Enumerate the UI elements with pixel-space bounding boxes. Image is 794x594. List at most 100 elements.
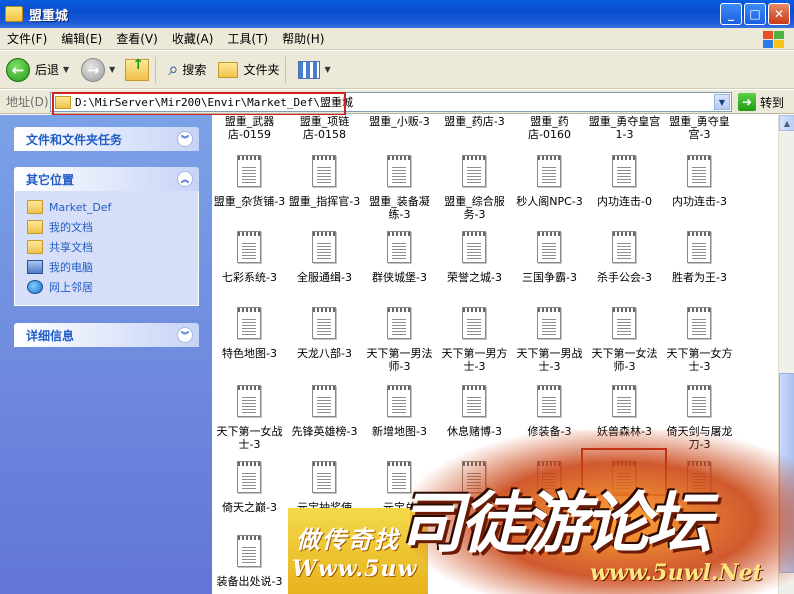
file-name: 盟重_武器店-0159 xyxy=(224,115,275,141)
menu-file[interactable]: 文件(F) xyxy=(0,30,54,47)
menu-edit[interactable]: 编辑(E) xyxy=(54,30,109,47)
file-item[interactable]: 天下第一男方士-3 xyxy=(437,307,512,373)
minimize-button[interactable]: _ xyxy=(720,3,742,25)
folder-icon xyxy=(27,220,43,234)
menu-tools[interactable]: 工具(T) xyxy=(220,30,275,47)
sidebar-item-network[interactable]: 网上邻居 xyxy=(27,277,198,297)
file-item[interactable]: 盟重_装备凝练-3 xyxy=(362,155,437,221)
file-item[interactable]: 秒人阁NPC-3 xyxy=(512,155,587,208)
file-item[interactable]: 天下第一女战士-3 xyxy=(212,385,287,451)
watermark-slogan: 做传奇找 xyxy=(296,525,400,554)
text-file-icon xyxy=(312,307,336,339)
file-item[interactable]: 天下第一男战士-3 xyxy=(512,307,587,373)
file-item[interactable]: 特色地图-3 xyxy=(212,307,287,360)
scroll-up-button[interactable]: ▲ xyxy=(779,115,794,131)
sidebar-item-label: Market_Def xyxy=(49,200,112,214)
highlight-box xyxy=(52,92,346,116)
file-item[interactable]: 盟重_勇夺皇宫1-3 xyxy=(587,115,662,141)
text-file-icon xyxy=(237,307,261,339)
menu-help[interactable]: 帮助(H) xyxy=(275,30,331,47)
file-item[interactable]: 杀手公会-3 xyxy=(587,231,662,284)
file-item[interactable]: 倚天之巅-3 xyxy=(212,461,287,514)
sidebar-item-label: 我的电脑 xyxy=(49,261,93,274)
file-item[interactable]: 盟重_勇夺皇宫-3 xyxy=(662,115,737,141)
close-button[interactable]: ✕ xyxy=(768,3,790,25)
file-name: 盟重_勇夺皇宫1-3 xyxy=(588,115,661,141)
menu-view[interactable]: 查看(V) xyxy=(109,30,165,47)
sidebar-item-my-documents[interactable]: 我的文档 xyxy=(27,217,198,237)
file-item[interactable]: 盟重_武器店-0159 xyxy=(212,115,287,141)
chevron-down-double-icon[interactable]: ︾ xyxy=(177,327,193,343)
sidebar-item-shared-documents[interactable]: 共享文档 xyxy=(27,237,198,257)
text-file-icon xyxy=(462,155,486,187)
file-item[interactable]: 天下第一女法师-3 xyxy=(587,307,662,373)
folder-icon xyxy=(27,240,43,254)
menu-favorites[interactable]: 收藏(A) xyxy=(165,30,221,47)
file-item[interactable]: 天下第一男法师-3 xyxy=(362,307,437,373)
file-item[interactable]: 盟重_小贩-3 xyxy=(362,115,437,128)
text-file-icon xyxy=(237,155,261,187)
search-button[interactable]: ⌕ 搜索 xyxy=(168,59,206,80)
text-file-icon xyxy=(612,155,636,187)
file-item[interactable]: 荣誉之城-3 xyxy=(437,231,512,284)
folders-button[interactable]: 文件夹 xyxy=(218,61,279,78)
file-item[interactable]: 七彩系统-3 xyxy=(212,231,287,284)
windows-logo-icon xyxy=(762,30,786,48)
file-item[interactable]: 先锋英雄榜-3 xyxy=(287,385,362,438)
up-folder-button[interactable]: ↑ xyxy=(125,57,150,81)
text-file-icon xyxy=(312,155,336,187)
toolbar-divider xyxy=(285,56,287,83)
text-file-icon xyxy=(612,231,636,263)
file-item[interactable]: 天龙八部-3 xyxy=(287,307,362,360)
places-panel-header[interactable]: 其它位置 ︽ xyxy=(14,167,199,191)
file-item[interactable]: 盟重_项链店-0158 xyxy=(287,115,362,141)
file-name: 盟重_药店-0160 xyxy=(528,115,571,141)
details-panel-header[interactable]: 详细信息 ︾ xyxy=(14,323,199,347)
text-file-icon xyxy=(687,155,711,187)
back-button[interactable]: ← 后退 ▼ xyxy=(6,57,69,82)
chevron-down-icon[interactable]: ▼ xyxy=(109,65,115,74)
file-item[interactable]: 盟重_药店-3 xyxy=(437,115,512,128)
file-item[interactable]: 盟重_综合服务-3 xyxy=(437,155,512,221)
file-item[interactable]: 盟重_指挥官-3 xyxy=(287,155,362,208)
title-bar: 盟重城 _ □ ✕ xyxy=(0,0,794,28)
views-icon xyxy=(298,60,321,79)
chevron-down-icon[interactable]: ▼ xyxy=(714,94,730,110)
file-item[interactable]: 全服通缉-3 xyxy=(287,231,362,284)
file-item[interactable]: 装备出处说-3 xyxy=(212,535,287,588)
folder-icon xyxy=(5,6,23,22)
places-panel: 其它位置 ︽ Market_Def 我的文档 共享文档 我的电脑 网上邻居 xyxy=(14,167,199,306)
sidebar-item-market-def[interactable]: Market_Def xyxy=(27,197,198,217)
file-item[interactable]: 天下第一女方士-3 xyxy=(662,307,737,373)
tasks-panel-header[interactable]: 文件和文件夹任务 ︾ xyxy=(14,127,199,151)
forward-button[interactable]: → ▼ xyxy=(81,57,115,82)
file-name: 盟重_项链店-0158 xyxy=(299,115,350,141)
views-button[interactable]: ▼ xyxy=(298,60,331,79)
chevron-up-double-icon[interactable]: ︾ xyxy=(177,131,193,147)
sidebar-item-my-computer[interactable]: 我的电脑 xyxy=(27,257,198,277)
text-file-icon xyxy=(387,307,411,339)
file-item[interactable]: 盟重_杂货铺-3 xyxy=(212,155,287,208)
sidebar-item-label: 共享文档 xyxy=(49,241,93,254)
file-item[interactable]: 三国争霸-3 xyxy=(512,231,587,284)
text-file-icon xyxy=(462,307,486,339)
menu-bar: 文件(F) 编辑(E) 查看(V) 收藏(A) 工具(T) 帮助(H) xyxy=(0,28,794,50)
text-file-icon xyxy=(687,231,711,263)
tasks-panel: 文件和文件夹任务 ︾ xyxy=(14,127,199,151)
file-item[interactable]: 内功连击-3 xyxy=(662,155,737,208)
back-label: 后退 xyxy=(35,63,60,77)
file-item[interactable]: 群侠城堡-3 xyxy=(362,231,437,284)
text-file-icon xyxy=(237,385,261,417)
text-file-icon xyxy=(537,307,561,339)
chevron-down-icon[interactable]: ▼ xyxy=(63,65,69,74)
details-title: 详细信息 xyxy=(26,328,75,343)
file-item[interactable]: 内功连击-0 xyxy=(587,155,662,208)
chevron-up-double-icon[interactable]: ︽ xyxy=(177,171,193,187)
file-name: 盟重_药店-3 xyxy=(444,115,505,128)
go-button[interactable]: ➜ 转到 xyxy=(738,93,784,111)
chevron-down-icon[interactable]: ▼ xyxy=(324,65,330,74)
address-label: 地址(D) xyxy=(6,95,49,109)
file-item[interactable]: 胜者为王-3 xyxy=(662,231,737,284)
file-item[interactable]: 盟重_药店-0160 xyxy=(512,115,587,141)
maximize-button[interactable]: □ xyxy=(744,3,766,25)
